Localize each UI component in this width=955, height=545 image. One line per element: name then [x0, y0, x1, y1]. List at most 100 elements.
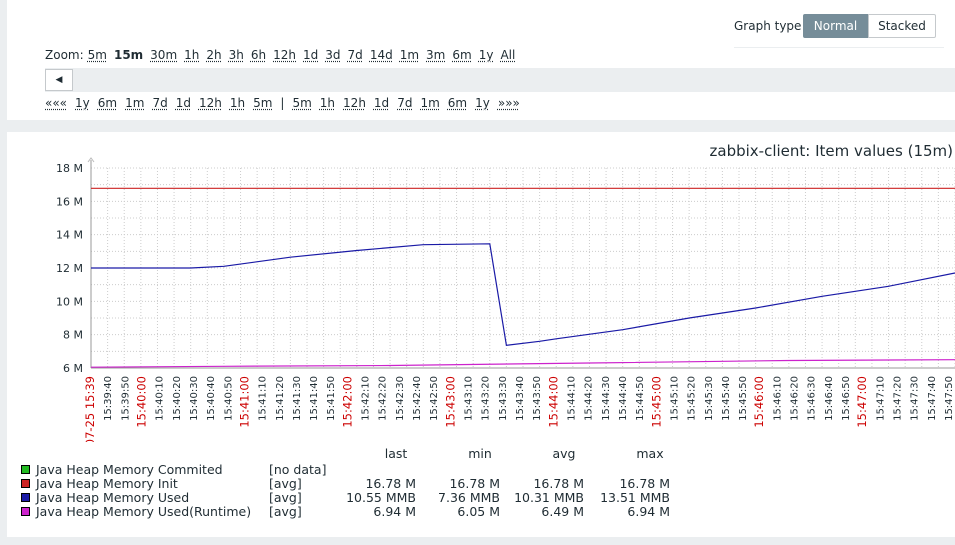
x-tick-label: 15:42:20: [378, 376, 389, 421]
zoom-7d[interactable]: 7d: [348, 48, 363, 62]
legend-header-avg: avg: [552, 446, 576, 461]
legend-series-name: Java Heap Memory Used: [36, 490, 190, 505]
x-tick-label: 15:43:40: [515, 376, 526, 421]
triangle-left-icon: ◀: [55, 75, 63, 85]
chart-title: zabbix-client: Item values (15m): [710, 142, 953, 160]
x-tick-label: 15:41:50: [326, 376, 337, 421]
y-tick-label: 8 M: [63, 329, 83, 342]
x-tick-label: 15:41:10: [258, 376, 269, 421]
chart: zabbix-client: Item values (15m) 6 M 8 M 10…: [56, 142, 955, 442]
y-tick-label: 12 M: [56, 262, 83, 275]
zoom-6h[interactable]: 6h: [251, 48, 266, 62]
x-tick-label: 15:46:00: [752, 376, 766, 428]
legend-swatch: [21, 507, 30, 516]
zoom-2h[interactable]: 2h: [206, 48, 221, 62]
graph-type-stacked-button[interactable]: Stacked: [868, 14, 936, 38]
nav-back-6[interactable]: 12h: [199, 96, 222, 110]
nav-back-8[interactable]: 5m: [253, 96, 272, 110]
legend-value-avg: 6.49 M: [541, 504, 584, 519]
x-tick-label: 15:46:50: [841, 376, 852, 421]
zoom-1h[interactable]: 1h: [184, 48, 199, 62]
nav-back-1[interactable]: 1y: [75, 96, 90, 110]
nav-separator: |: [280, 96, 285, 110]
zoom-1d[interactable]: 1d: [303, 48, 318, 62]
nav-back-4[interactable]: 7d: [152, 96, 167, 110]
legend-function: [no data]: [269, 462, 327, 477]
legend-value-min: 6.05 M: [457, 504, 500, 519]
nav-forward-2[interactable]: 12h: [343, 96, 366, 110]
y-tick-label: 14 M: [56, 229, 83, 242]
legend-value-min: 16.78 M: [449, 476, 500, 491]
zoom-6m[interactable]: 6m: [452, 48, 471, 62]
legend-value-last: 6.94 M: [373, 504, 416, 519]
nav-forward-8[interactable]: »»»: [498, 96, 520, 110]
x-tick-label: 15:46:20: [790, 376, 801, 421]
x-tick-label: 15:44:10: [566, 376, 577, 421]
nav-back-0[interactable]: «««: [45, 96, 67, 110]
nav-forward-4[interactable]: 7d: [397, 96, 412, 110]
zoom-5m[interactable]: 5m: [88, 48, 107, 62]
x-tick-label: 15:40:40: [206, 376, 217, 421]
x-tick-label: 15:45:10: [669, 376, 680, 421]
x-tick-label: 15:43:10: [464, 376, 475, 421]
x-tick-label: 15:45:00: [649, 376, 663, 428]
legend-value-last: 16.78 M: [365, 476, 416, 491]
x-tick-label: 15:42:00: [340, 376, 354, 428]
divider: [734, 47, 944, 48]
nav-forward-3[interactable]: 1d: [374, 96, 389, 110]
zoom-3h[interactable]: 3h: [229, 48, 244, 62]
x-tick-label: 15:39:40: [103, 376, 114, 421]
x-tick-label: 15:45:30: [704, 376, 715, 421]
x-tick-label: 15:45:40: [721, 376, 732, 421]
nav-back-2[interactable]: 6m: [98, 96, 117, 110]
nav-back-3[interactable]: 1m: [125, 96, 144, 110]
zoom-all[interactable]: All: [500, 48, 515, 62]
x-tick-label: 15:47:40: [927, 376, 938, 421]
legend-value-avg: 10.31 MMB: [514, 490, 584, 505]
x-tick-label: 15:44:40: [618, 376, 629, 421]
legend-header-last: last: [384, 446, 408, 461]
zoom-1m[interactable]: 1m: [400, 48, 419, 62]
zoom-3m[interactable]: 3m: [426, 48, 445, 62]
x-tick-label: 15:43:20: [481, 376, 492, 421]
timeline-navigation: ««« 1y 6m 1m 7d 1d 12h 1h 5m | 5m 1h 12h 1d 7d 1m 6m 1y »»…: [45, 96, 528, 110]
scroll-left-button[interactable]: ◀: [45, 69, 73, 91]
nav-back-7[interactable]: 1h: [230, 96, 245, 110]
x-tick-label: 15:43:30: [498, 376, 509, 421]
nav-forward-0[interactable]: 5m: [292, 96, 311, 110]
x-tick-label: 15:44:50: [635, 376, 646, 421]
zoom-3d[interactable]: 3d: [325, 48, 340, 62]
zoom-30m[interactable]: 30m: [150, 48, 177, 62]
nav-forward-7[interactable]: 1y: [475, 96, 490, 110]
legend-series-name: Java Heap Memory Commited: [36, 462, 223, 477]
x-tick-label: 15:40:00: [134, 376, 148, 428]
x-tick-label: 15:43:00: [443, 376, 457, 428]
x-tick-label: 15:40:20: [172, 376, 183, 421]
nav-forward-5[interactable]: 1m: [420, 96, 439, 110]
x-tick-label: 15:42:50: [429, 376, 440, 421]
y-tick-label: 10 M: [56, 295, 83, 308]
graph-type-label: Graph type: [734, 19, 802, 33]
x-tick-label: 15:46:40: [824, 376, 835, 421]
x-tick-label: 15:46:10: [772, 376, 783, 421]
legend-value-max: 6.94 M: [627, 504, 670, 519]
x-tick-label: 15:40:10: [155, 376, 166, 421]
graph-type-normal-button[interactable]: Normal: [803, 14, 868, 38]
nav-back-5[interactable]: 1d: [176, 96, 191, 110]
y-tick-label: 16 M: [56, 195, 83, 208]
zoom-14d[interactable]: 14d: [370, 48, 393, 62]
zoom-15m[interactable]: 15m: [114, 48, 143, 62]
legend-value-avg: 16.78 M: [533, 476, 584, 491]
nav-forward-1[interactable]: 1h: [320, 96, 335, 110]
x-tick-label: 15:47:30: [910, 376, 921, 421]
filter-panel: Graph type Normal Stacked Zoom: 5m 15m 30m 1…: [7, 0, 955, 120]
zoom-12h[interactable]: 12h: [273, 48, 296, 62]
x-tick-label: 15:47:00: [855, 376, 869, 428]
timeline-scrollbar[interactable]: ◀: [45, 68, 955, 92]
zoom-bar: Zoom: 5m 15m 30m 1h 2h 3h 6h 12h 1d 3d 7d 14d 1m 3m 6m 1…: [45, 48, 522, 62]
nav-forward-6[interactable]: 6m: [448, 96, 467, 110]
x-tick-label: 15:41:20: [275, 376, 286, 421]
legend-header-min: min: [468, 446, 492, 461]
legend-series-name: Java Heap Memory Used(Runtime): [36, 504, 252, 519]
zoom-1y[interactable]: 1y: [479, 48, 494, 62]
